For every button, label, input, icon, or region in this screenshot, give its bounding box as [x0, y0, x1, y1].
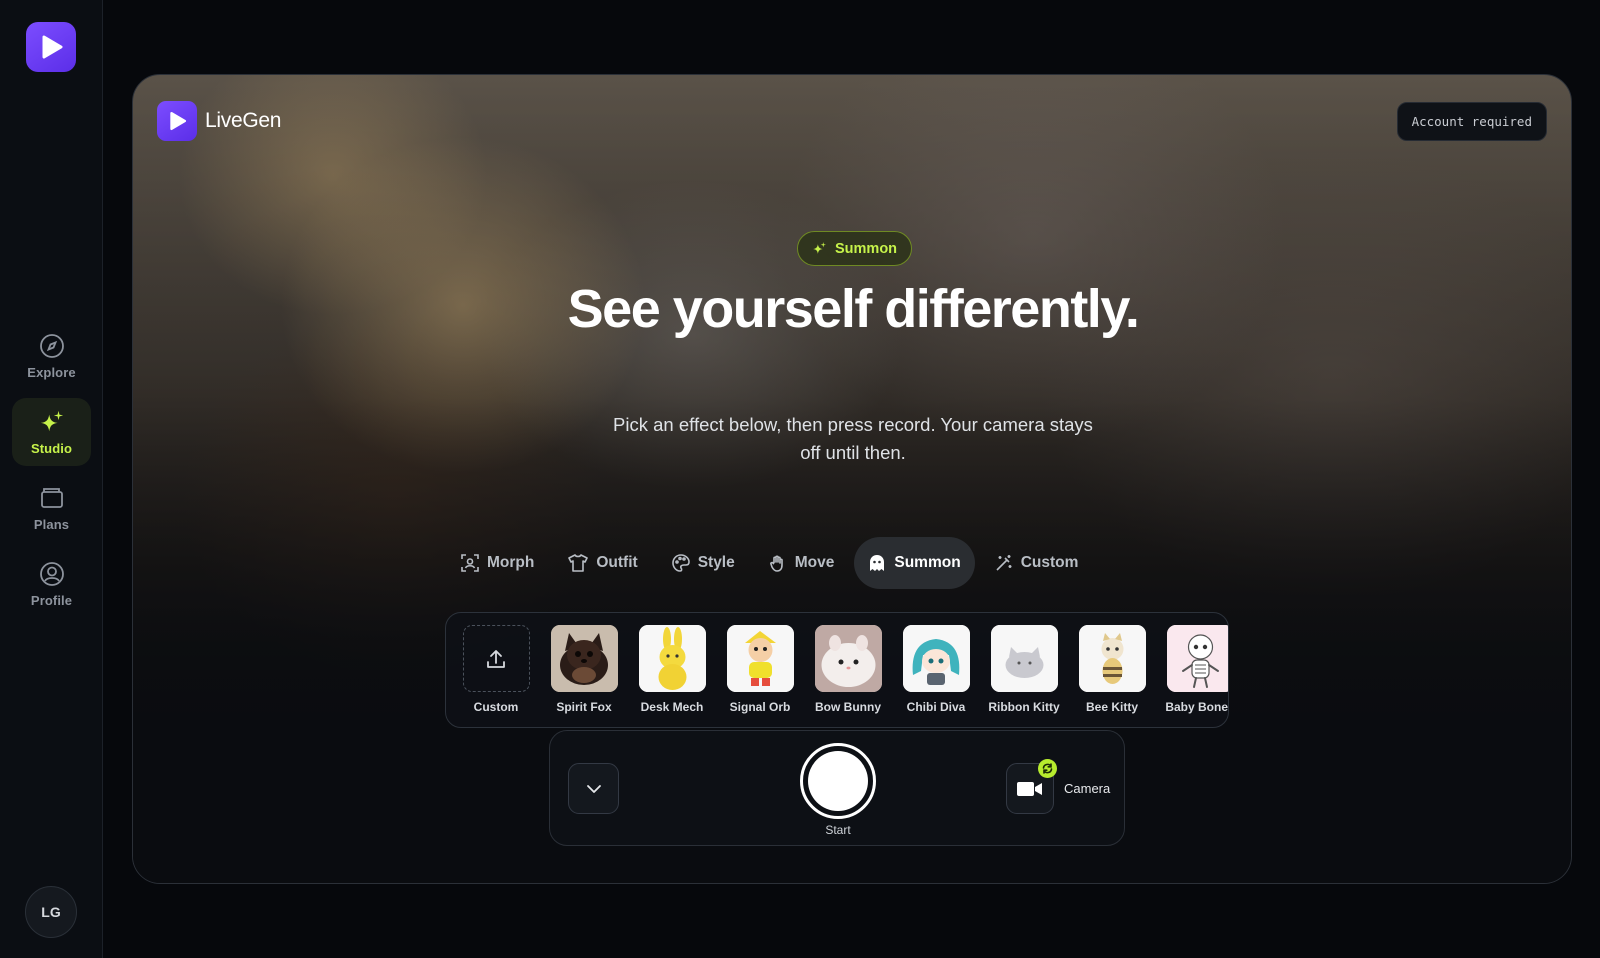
- effect-thumbnail: [726, 625, 794, 692]
- video-camera-icon: [1017, 781, 1042, 796]
- effect-label: Bee Kitty: [1085, 700, 1138, 714]
- sidebar-item-label: Plans: [33, 516, 70, 532]
- user-circle-icon: [39, 561, 65, 587]
- compass-icon: [39, 333, 65, 359]
- tab-summon[interactable]: Summon: [854, 537, 975, 589]
- shirt-icon: [568, 554, 589, 572]
- sidebar: Explore Studio Plans Profile LG: [0, 0, 103, 958]
- sidebar-item-label: Studio: [30, 440, 73, 456]
- page-subtitle: Pick an effect below, then press record.…: [613, 414, 1093, 463]
- effect-desk-mech[interactable]: Desk Mech: [638, 625, 706, 727]
- tab-label: Morph: [487, 554, 535, 571]
- sidebar-item-studio[interactable]: Studio: [12, 398, 91, 466]
- effect-label: Ribbon Kitty: [988, 700, 1060, 714]
- upload-tile: [462, 625, 530, 692]
- face-scan-icon: [461, 554, 479, 572]
- camera-switch-icon[interactable]: [1038, 759, 1057, 778]
- wand-icon: [996, 555, 1012, 571]
- effect-thumbnail: [814, 625, 882, 692]
- effect-category-tabs: Morph Outfit Style Move Summon Custom: [447, 537, 1092, 589]
- effects-carousel[interactable]: Custom Spirit Fox Desk Mech Signal Orb B…: [445, 612, 1229, 728]
- effect-chibi-diva[interactable]: Chibi Diva: [902, 625, 970, 727]
- tab-custom[interactable]: Custom: [981, 537, 1093, 589]
- effect-custom-upload[interactable]: Custom: [462, 625, 530, 727]
- effect-thumbnail: [550, 625, 618, 692]
- tab-style[interactable]: Style: [658, 537, 749, 589]
- brand-name: LiveGen: [205, 109, 282, 132]
- effect-label: Signal Orb: [729, 700, 791, 714]
- upload-icon: [487, 649, 505, 668]
- sidebar-item-explore[interactable]: Explore: [12, 322, 91, 390]
- tab-outfit[interactable]: Outfit: [554, 537, 651, 589]
- record-dot: [808, 751, 868, 811]
- effect-label: Bow Bunny: [815, 700, 881, 714]
- wallet-icon: [39, 485, 65, 511]
- play-icon: [157, 101, 197, 141]
- effect-signal-orb[interactable]: Signal Orb: [726, 625, 794, 727]
- effect-bow-bunny[interactable]: Bow Bunny: [814, 625, 882, 727]
- avatar[interactable]: LG: [25, 886, 77, 938]
- tab-move[interactable]: Move: [755, 537, 849, 589]
- sidebar-item-label: Profile: [30, 592, 73, 608]
- effect-spirit-fox[interactable]: Spirit Fox: [550, 625, 618, 727]
- app-root: Explore Studio Plans Profile LG LiveGen …: [0, 0, 1600, 958]
- palette-icon: [671, 554, 690, 572]
- tab-label: Style: [697, 554, 735, 571]
- effect-thumbnail: [638, 625, 706, 692]
- effect-label: Desk Mech: [640, 700, 704, 714]
- start-label: Start: [825, 823, 851, 837]
- mode-badge: Summon: [797, 231, 913, 266]
- tab-label: Move: [794, 554, 835, 571]
- play-icon: [42, 35, 63, 59]
- start-record-button[interactable]: [800, 743, 876, 819]
- page-title: See yourself differently.: [567, 279, 1140, 339]
- brand: LiveGen: [157, 101, 281, 141]
- camera-stage: LiveGen Account required Summon See your…: [132, 74, 1572, 884]
- app-logo[interactable]: [26, 22, 76, 72]
- tab-label: Custom: [1020, 554, 1079, 571]
- effect-baby-bones[interactable]: Baby Bones: [1165, 625, 1229, 727]
- effect-thumbnail: [1166, 625, 1228, 692]
- effect-thumbnail: [902, 625, 970, 692]
- chevron-down-icon: [586, 784, 601, 793]
- effect-label: Baby Bones: [1165, 700, 1229, 714]
- hand-icon: [769, 555, 783, 572]
- effect-label: Chibi Diva: [906, 700, 966, 714]
- sidebar-item-plans[interactable]: Plans: [12, 474, 91, 542]
- sidebar-item-label: Explore: [27, 364, 76, 380]
- ghost-icon: [870, 555, 885, 571]
- effect-thumbnail: [990, 625, 1058, 692]
- effect-thumbnail: [1078, 625, 1146, 692]
- tab-morph[interactable]: Morph: [447, 537, 548, 589]
- sparkle-icon: [39, 409, 65, 435]
- effect-bee-kitty[interactable]: Bee Kitty: [1078, 625, 1146, 727]
- tab-label: Outfit: [596, 554, 638, 571]
- recording-controls: Start Camera: [549, 730, 1125, 846]
- collapse-button[interactable]: [568, 763, 619, 814]
- sparkle-icon: [813, 242, 826, 254]
- effect-label: Custom: [473, 700, 519, 714]
- sidebar-item-profile[interactable]: Profile: [12, 550, 91, 618]
- badge-label: Summon: [835, 240, 898, 257]
- effect-ribbon-kitty[interactable]: Ribbon Kitty: [988, 625, 1060, 727]
- tab-label: Summon: [894, 554, 961, 571]
- camera-label: Camera: [1064, 781, 1111, 796]
- effect-label: Spirit Fox: [556, 700, 612, 714]
- account-required-button[interactable]: Account required: [1396, 102, 1547, 141]
